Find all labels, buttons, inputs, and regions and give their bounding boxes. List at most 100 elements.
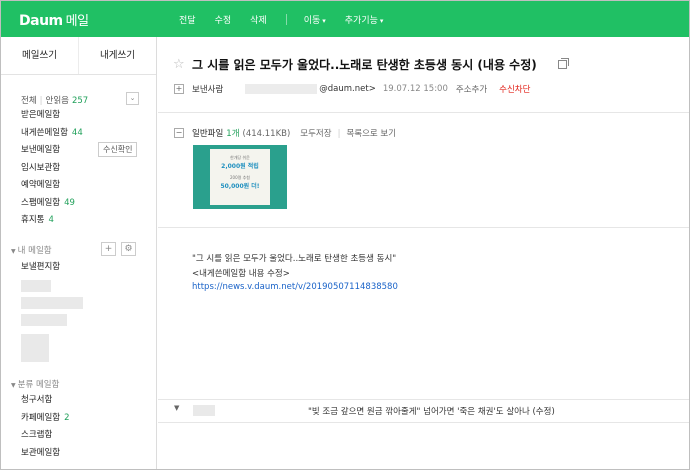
folder-cafe[interactable]: 카페메일함 2	[21, 410, 70, 428]
next-mail-row[interactable]: ▼ "빚 조금 갚으면 원금 깎아줄게" 넘어가면 '죽은 채권'도 살아나 (…	[158, 401, 689, 421]
thumb-text-4: 50,000원 더!	[220, 183, 260, 190]
folder-count: 44	[71, 127, 83, 138]
my-folders-header[interactable]: ▼ 내 메일함	[11, 244, 52, 256]
folder-drafts[interactable]: 임시보관함	[21, 160, 83, 178]
more-features-label: 추가기능	[344, 16, 378, 26]
folder-scheduled[interactable]: 예약메일함	[21, 177, 83, 195]
redacted-sender	[245, 84, 318, 94]
toolbar-divider	[285, 14, 287, 25]
folder-label: 예약메일함	[21, 180, 61, 190]
save-all-link[interactable]: 모두저장	[300, 129, 331, 139]
chevron-down-icon: ▾	[379, 17, 384, 25]
folder-label: 받은메일함	[21, 110, 61, 120]
folder-label: 스팸메일함	[21, 197, 61, 208]
divider	[158, 227, 689, 228]
mail-body-link[interactable]: https://news.v.daum.net/v/20190507114838…	[192, 282, 398, 292]
folder-inbox[interactable]: 받은메일함	[21, 107, 83, 125]
folder-sent-to-self[interactable]: 내게쓴메일함 44	[21, 125, 83, 143]
sender-row: 보낸사람 @daum.net> 19.07.12 15:00 주소추가 수신차단	[192, 83, 530, 95]
folder-sent[interactable]: 보낸메일함	[21, 142, 83, 160]
redacted-folder[interactable]	[21, 334, 49, 362]
mail-view: ☆ 그 시를 읽은 모두가 울었다..노래로 탄생한 초등생 동시 (내용 수정…	[158, 37, 689, 469]
daum-logo[interactable]: Daum 메일	[19, 10, 89, 29]
attachment-thumbnail[interactable]: 한개당 쉬운 2,000원 적립 200명 추첨 50,000원 더!	[193, 145, 287, 209]
attachment-label: 일반파일	[192, 129, 224, 139]
divider	[158, 399, 689, 400]
mail-date: 19.07.12 15:00	[382, 84, 448, 94]
sender-domain[interactable]: @daum.net>	[319, 84, 376, 94]
mail-body-line: <내게쓴메일함 내용 수정>	[192, 269, 290, 279]
move-label: 이동	[303, 16, 321, 26]
attachment-size: (414.11KB)	[242, 129, 291, 139]
attachment-bar: 일반파일 1개 (414.11KB) 모두저장 | 목록으로 보기	[192, 129, 397, 139]
add-contact-link[interactable]: 주소추가	[456, 83, 487, 95]
redacted-sender	[193, 405, 215, 416]
redacted-folder[interactable]	[21, 297, 83, 309]
expand-sender-icon[interactable]: +	[174, 84, 184, 94]
mail-count-summary: 전체 | 안읽음 257	[21, 96, 89, 106]
folder-spam[interactable]: 스팸메일함 49	[21, 195, 83, 213]
section-label: 분류 메일함	[17, 380, 60, 390]
sender-label: 보낸사람	[192, 85, 224, 95]
attachment-count: 1개	[226, 129, 240, 139]
unread-count: 257	[71, 96, 89, 106]
caret-down-icon: ▼	[174, 404, 180, 412]
delete-button[interactable]: 삭제	[250, 13, 267, 26]
folder-count: 4	[48, 215, 54, 225]
folder-label: 스크랩함	[21, 430, 53, 440]
folder-trash[interactable]: 휴지통 4	[21, 212, 83, 230]
more-features-menu[interactable]: 추가기능 ▾	[345, 13, 384, 26]
compose-tabs: 메일쓰기 내게쓰기	[1, 37, 156, 75]
category-folders-header[interactable]: ▼ 분류 메일함	[11, 378, 59, 390]
sidebar: 메일쓰기 내게쓰기 전체 | 안읽음 257 ⌄ 받은메일함 내게쓴메일함 44 보낸메…	[1, 37, 157, 469]
folder-label: 보관메일함	[21, 447, 61, 458]
toolbar: 전달 수정 삭제 이동 ▾ 추가기능 ▾	[179, 13, 402, 26]
section-label: 내 메일함	[17, 246, 52, 256]
folder-label: 보낸메일함	[21, 145, 61, 155]
logo-text: Daum	[19, 13, 63, 29]
gear-icon[interactable]: ⚙	[121, 242, 136, 256]
folder-count: 2	[64, 412, 70, 423]
divider	[158, 422, 689, 423]
folder-list: 받은메일함 내게쓴메일함 44 보낸메일함 임시보관함 예약메일함 스팸메일함 49…	[21, 107, 83, 230]
folder-label: 보낼편지함	[21, 262, 61, 272]
folder-count: 49	[64, 197, 75, 208]
move-menu[interactable]: 이동 ▾	[304, 13, 326, 26]
chevron-down-icon: ▼	[11, 248, 16, 255]
collapse-attachment-icon[interactable]: −	[174, 128, 184, 138]
chevron-down-icon: ▼	[11, 382, 16, 389]
folder-label: 청구서함	[21, 395, 53, 405]
edit-button[interactable]: 수정	[215, 13, 232, 26]
chevron-down-icon: ▾	[322, 17, 326, 25]
top-bar: Daum 메일 전달 수정 삭제 이동 ▾ 추가기능 ▾	[1, 1, 689, 37]
folder-archive[interactable]: 보관메일함	[21, 445, 70, 463]
collapse-icon[interactable]: ⌄	[126, 92, 139, 105]
folder-bills[interactable]: 청구서함	[21, 392, 70, 410]
redacted-folder[interactable]	[21, 280, 51, 292]
folder-label: 임시보관함	[21, 162, 61, 173]
compose-button[interactable]: 메일쓰기	[1, 37, 79, 74]
folder-label: 휴지통	[21, 215, 45, 225]
add-folder-icon[interactable]: +	[101, 242, 116, 256]
thumbnail-card: 한개당 쉬운 2,000원 적립 200명 추첨 50,000원 더!	[210, 149, 270, 205]
mail-subject: 그 시를 읽은 모두가 울었다..노래로 탄생한 초등생 동시 (내용 수정)	[192, 58, 537, 72]
forward-button[interactable]: 전달	[179, 13, 196, 26]
next-mail-subject: "빚 조금 갚으면 원금 깎아줄게" 넘어가면 '죽은 채권'도 살아나 (수정…	[308, 407, 555, 417]
mail-body-line: "그 시를 읽은 모두가 울었다..노래로 탄생한 초등생 동시"	[192, 254, 397, 264]
star-icon[interactable]: ☆	[173, 57, 185, 72]
divider	[158, 112, 689, 113]
write-to-self-button[interactable]: 내게쓰기	[79, 37, 156, 74]
mail-window: Daum 메일 전달 수정 삭제 이동 ▾ 추가기능 ▾ 메일쓰기 내게쓰기 전체 | 안…	[0, 0, 690, 470]
unread-label[interactable]: 안읽음	[46, 96, 69, 106]
receipt-check-button[interactable]: 수신확인	[98, 142, 138, 157]
folder-label: 내게쓴메일함	[21, 127, 68, 138]
block-sender-link[interactable]: 수신차단	[499, 83, 530, 95]
folder-scrap[interactable]: 스크랩함	[21, 427, 70, 445]
total-label[interactable]: 전체	[21, 96, 37, 106]
redacted-folder[interactable]	[21, 314, 67, 326]
folder-outbox[interactable]: 보낼편지함	[21, 259, 60, 277]
folder-label: 카페메일함	[21, 412, 61, 423]
category-folder-list: 청구서함 카페메일함 2 스크랩함 보관메일함	[21, 392, 70, 462]
list-view-link[interactable]: 목록으로 보기	[346, 129, 396, 139]
copy-icon[interactable]	[558, 58, 569, 69]
